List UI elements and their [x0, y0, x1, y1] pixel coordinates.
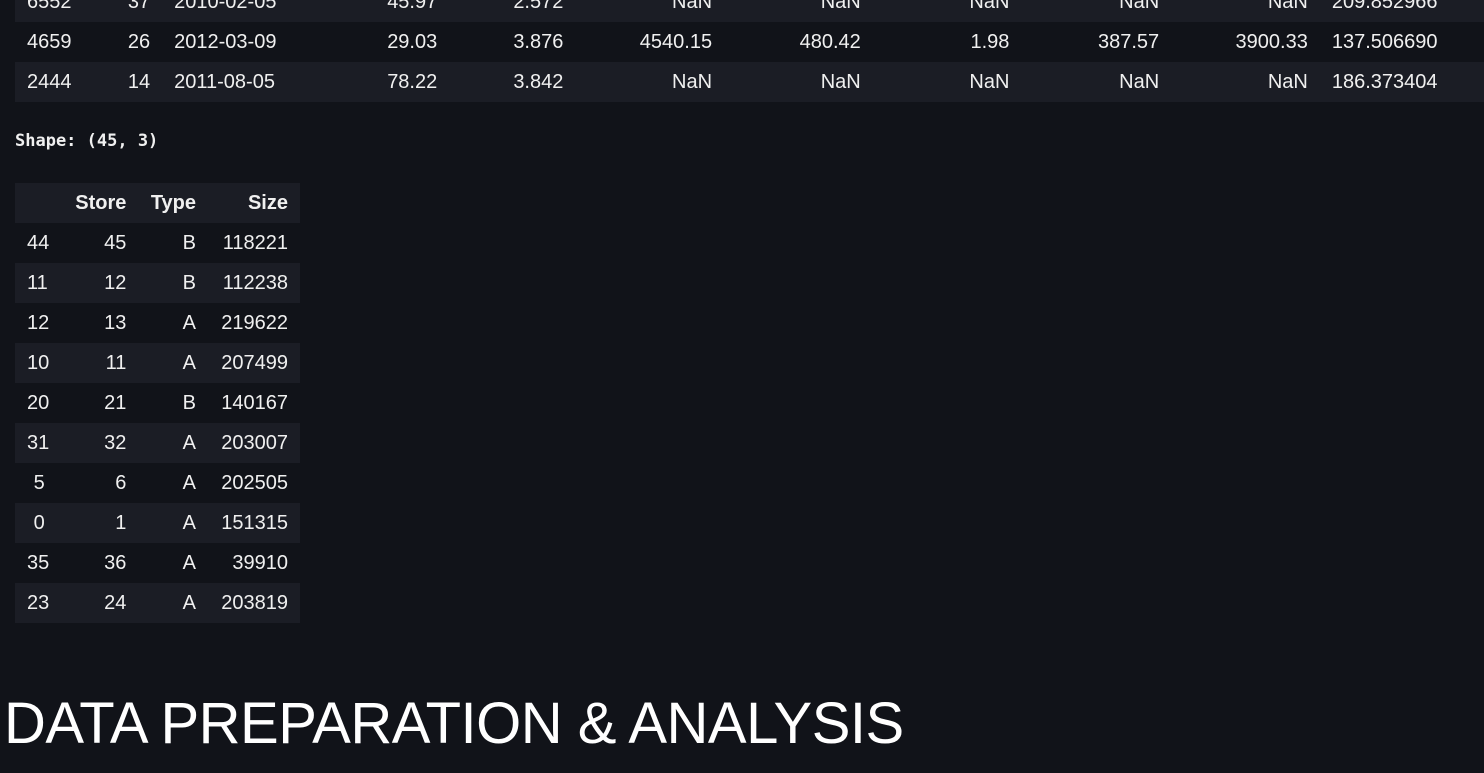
table-cell: 78.22 — [295, 62, 450, 102]
row-index: 2444 — [15, 62, 86, 102]
table-row: 23 24 A 203819 — [15, 583, 300, 623]
table-cell: A — [138, 463, 209, 503]
row-index: 10 — [15, 343, 64, 383]
table-row: 10 11 A 207499 — [15, 343, 300, 383]
table-cell: 387.57 — [1021, 22, 1172, 62]
table-row: 0 1 A 151315 — [15, 503, 300, 543]
row-index: 12 — [15, 303, 64, 343]
row-index: 11 — [15, 263, 64, 303]
table-cell: 37 — [85, 0, 163, 22]
table-cell: NaN — [872, 0, 1022, 22]
table-cell: 207499 — [208, 343, 300, 383]
table-cell: 32 — [63, 423, 139, 463]
table-header-row: Store Type Size — [15, 183, 300, 223]
table-cell: 186.373404 — [1319, 62, 1484, 102]
shape-output-text: Shape: (45, 3) — [15, 131, 159, 151]
table-cell: 45.97 — [295, 0, 450, 22]
table-cell: A — [138, 343, 209, 383]
table-cell: 13 — [63, 303, 139, 343]
table-cell: B — [138, 263, 209, 303]
table-row: 44 45 B 118221 — [15, 223, 300, 263]
table-cell: NaN — [575, 62, 725, 102]
table-row: 5 6 A 202505 — [15, 463, 300, 503]
table-cell: 24 — [63, 583, 139, 623]
table-cell: NaN — [1171, 0, 1320, 22]
table-cell: 203007 — [208, 423, 300, 463]
row-index: 31 — [15, 423, 64, 463]
table-cell: 112238 — [208, 263, 300, 303]
table-cell: B — [138, 383, 209, 423]
column-header-store: Store — [63, 183, 139, 223]
table-cell: 203819 — [208, 583, 300, 623]
table-cell: 2010-02-05 — [162, 0, 296, 22]
table-row: 11 12 B 112238 — [15, 263, 300, 303]
table-cell: 3.842 — [449, 62, 576, 102]
table-cell: 29.03 — [295, 22, 450, 62]
table-cell: 3900.33 — [1171, 22, 1320, 62]
row-index: 23 — [15, 583, 64, 623]
table-row: 12 13 A 219622 — [15, 303, 300, 343]
table-cell: 137.506690 — [1319, 22, 1484, 62]
table-cell: NaN — [1021, 0, 1172, 22]
table-cell: 1.98 — [872, 22, 1022, 62]
table-cell: 118221 — [208, 223, 300, 263]
row-index: 44 — [15, 223, 64, 263]
table-cell: 14 — [85, 62, 163, 102]
column-header-size: Size — [208, 183, 300, 223]
row-index: 20 — [15, 383, 64, 423]
table-row: 35 36 A 39910 — [15, 543, 300, 583]
table-cell: 2011-08-05 — [162, 62, 296, 102]
row-index: 6552 — [15, 0, 86, 22]
table-cell: NaN — [575, 0, 725, 22]
table-cell: A — [138, 503, 209, 543]
table-cell: 6 — [63, 463, 139, 503]
table-cell: 209.852966 — [1319, 0, 1484, 22]
stores-dataframe-table: Store Type Size 44 45 B 118221 11 12 B 1… — [15, 183, 300, 623]
table-cell: 45 — [63, 223, 139, 263]
table-cell: NaN — [724, 62, 873, 102]
table-row: 31 32 A 203007 — [15, 423, 300, 463]
table-cell: B — [138, 223, 209, 263]
features-dataframe-table: 6552 37 2010-02-05 45.97 2.572 NaN NaN N… — [15, 0, 1484, 102]
table-cell: 1 — [63, 503, 139, 543]
table-cell: 36 — [63, 543, 139, 583]
table-cell: 12 — [63, 263, 139, 303]
column-header-type: Type — [138, 183, 209, 223]
table-cell: A — [138, 543, 209, 583]
table-row: 4659 26 2012-03-09 29.03 3.876 4540.15 4… — [15, 22, 1484, 62]
row-index: 4659 — [15, 22, 86, 62]
section-heading: DATA PREPARATION & ANALYSIS — [4, 691, 904, 756]
table-cell: 202505 — [208, 463, 300, 503]
table-cell: 140167 — [208, 383, 300, 423]
table-cell: 26 — [85, 22, 163, 62]
table-cell: NaN — [724, 0, 873, 22]
table-cell: 219622 — [208, 303, 300, 343]
column-header-index — [15, 183, 64, 223]
row-index: 5 — [15, 463, 64, 503]
table-cell: 11 — [63, 343, 139, 383]
table-cell: A — [138, 423, 209, 463]
table-row: 6552 37 2010-02-05 45.97 2.572 NaN NaN N… — [15, 0, 1484, 22]
table-cell: 2012-03-09 — [162, 22, 296, 62]
table-row: 20 21 B 140167 — [15, 383, 300, 423]
table-cell: 21 — [63, 383, 139, 423]
table-cell: 4540.15 — [575, 22, 725, 62]
row-index: 35 — [15, 543, 64, 583]
table-row: 2444 14 2011-08-05 78.22 3.842 NaN NaN N… — [15, 62, 1484, 102]
notebook-output: 6552 37 2010-02-05 45.97 2.572 NaN NaN N… — [0, 0, 1484, 773]
table-cell: 39910 — [208, 543, 300, 583]
table-cell: A — [138, 583, 209, 623]
table-cell: NaN — [1021, 62, 1172, 102]
table-cell: 480.42 — [724, 22, 873, 62]
table-cell: NaN — [1171, 62, 1320, 102]
table-cell: 151315 — [208, 503, 300, 543]
table-cell: NaN — [872, 62, 1022, 102]
row-index: 0 — [15, 503, 64, 543]
table-cell: A — [138, 303, 209, 343]
table-cell: 3.876 — [449, 22, 576, 62]
table-cell: 2.572 — [449, 0, 576, 22]
